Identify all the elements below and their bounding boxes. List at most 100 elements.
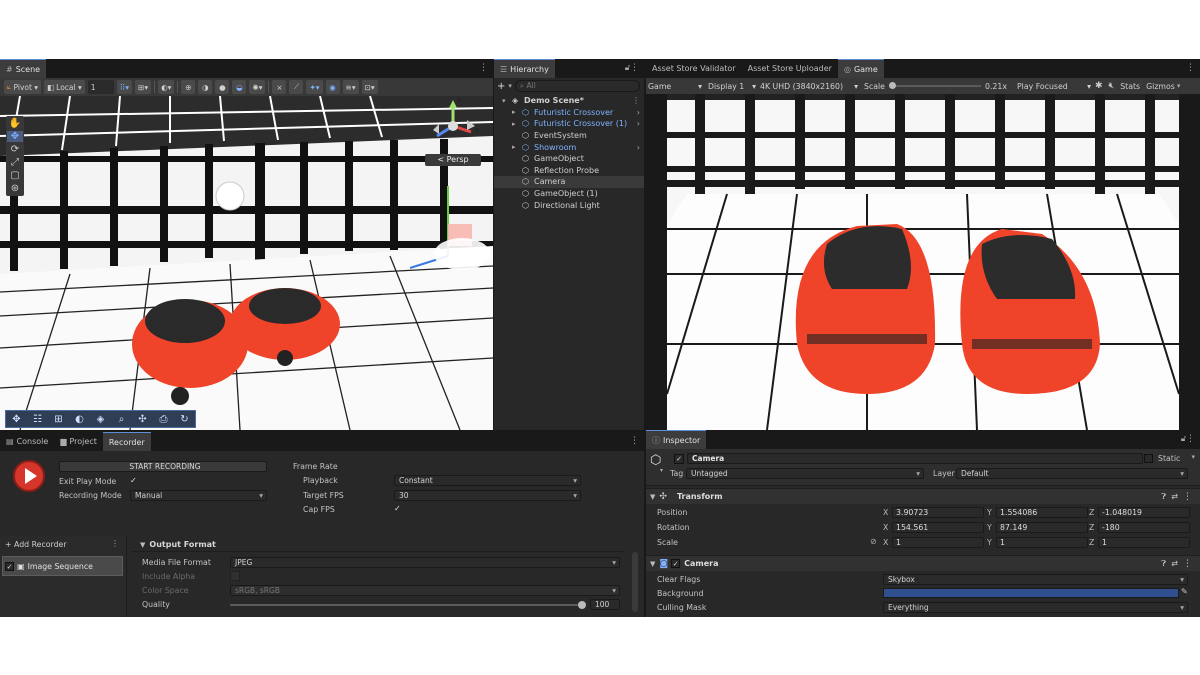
rotate-tool-icon[interactable]: ⟳ bbox=[11, 144, 19, 155]
gizmos-button[interactable]: Gizmos bbox=[1146, 82, 1175, 91]
chevron-down-icon[interactable]: ▾ bbox=[502, 97, 506, 105]
constrain-proportions-icon[interactable]: ⊘ bbox=[870, 537, 877, 546]
mute-audio-icon[interactable]: 🔇︎ bbox=[1109, 81, 1115, 91]
hierarchy-item[interactable]: ⬡ GameObject bbox=[494, 153, 644, 165]
local-dropdown[interactable]: ◧ Local ▾ bbox=[44, 80, 85, 94]
chevron-right-icon[interactable]: › bbox=[637, 108, 640, 117]
component-menu-icon[interactable]: ⋮ bbox=[1183, 559, 1192, 569]
recorder-enabled-checkbox[interactable]: ✓ bbox=[5, 561, 14, 571]
grid-snap-field[interactable]: 1 bbox=[87, 80, 114, 94]
rotation-y[interactable]: Y 87.149 bbox=[987, 522, 1088, 533]
overlay-move-icon[interactable]: ✥ bbox=[6, 414, 27, 425]
move-tool-icon[interactable]: ✥ bbox=[7, 131, 23, 142]
layers-icon[interactable]: ≋▾ bbox=[342, 80, 359, 94]
clear-flags-dropdown[interactable]: Skybox bbox=[883, 574, 1188, 585]
preset-icon[interactable]: ⇄ bbox=[1171, 492, 1178, 501]
quality-slider-handle[interactable] bbox=[578, 601, 586, 609]
quality-slider[interactable] bbox=[230, 600, 586, 610]
scene-viewport[interactable]: ✋ ✥ ⟳ ⤢ ▢ ⊛ y x < Persp ✥ ☷ ⊞ ◐ ◈ ⌕ ✣ ⎙ … bbox=[0, 96, 493, 430]
bug-icon[interactable]: ✱ bbox=[1095, 81, 1103, 91]
hierarchy-search-input[interactable]: ⌕ All bbox=[514, 80, 640, 92]
hierarchy-item[interactable]: ▸ ⬡ Showroom › bbox=[494, 141, 644, 153]
grid-icon[interactable]: ⊞▾ bbox=[135, 80, 152, 94]
grid-snap-icon[interactable]: ⠿▾ bbox=[116, 80, 133, 94]
game-mode-dropdown[interactable]: Game ▾ bbox=[648, 82, 704, 91]
recorder-list-menu-icon[interactable]: ⋮ bbox=[111, 539, 119, 548]
recorder-item-image-sequence[interactable]: ✓ ▣ Image Sequence bbox=[2, 556, 123, 576]
position-y[interactable]: Y 1.554086 bbox=[987, 507, 1088, 518]
start-recording-button[interactable]: START RECORDING bbox=[59, 461, 267, 472]
lit-icon[interactable]: ◒ bbox=[232, 80, 247, 94]
chevron-right-icon[interactable]: ▸ bbox=[512, 120, 516, 128]
scale-y[interactable]: Y1 bbox=[987, 537, 1088, 548]
target-fps-dropdown[interactable]: 30 bbox=[394, 490, 581, 501]
tab-hierarchy[interactable]: ☰ Hierarchy bbox=[494, 59, 555, 78]
overlay-orbit-icon[interactable]: ◐ bbox=[69, 414, 90, 425]
tab-inspector[interactable]: ⓘ Inspector bbox=[646, 430, 707, 449]
hand-tool-icon[interactable]: ✋ bbox=[9, 118, 21, 129]
visibility-icon[interactable]: ◉ bbox=[325, 80, 340, 94]
hierarchy-item[interactable]: ⬡ Directional Light bbox=[494, 199, 644, 211]
bottom-menu-icon[interactable]: ⋮ bbox=[630, 436, 639, 446]
background-color-field[interactable] bbox=[883, 588, 1179, 598]
tab-console[interactable]: ▤ Console bbox=[0, 432, 54, 451]
object-name-field[interactable]: Camera bbox=[687, 453, 1143, 464]
preset-icon[interactable]: ⇄ bbox=[1171, 559, 1178, 568]
pivot-dropdown[interactable]: ⟀ Pivot ▾ bbox=[4, 80, 42, 94]
component-menu-icon[interactable]: ⋮ bbox=[1183, 492, 1192, 502]
overlay-rotate-icon[interactable]: ↻ bbox=[174, 414, 195, 425]
transform-section-header[interactable]: ▼ ✣ Transform ❓︎ ⇄ ⋮ bbox=[646, 488, 1200, 504]
hierarchy-item[interactable]: ⬡ Camera bbox=[494, 176, 644, 188]
overlay-align-icon[interactable]: ☷ bbox=[27, 414, 48, 425]
debug-icon[interactable]: ✺▾ bbox=[249, 80, 266, 94]
scene-menu-icon[interactable]: ⋮ bbox=[479, 63, 488, 73]
audio-toggle-icon[interactable]: ⟋ bbox=[289, 80, 304, 94]
output-format-header[interactable]: ▼ Output Format bbox=[132, 538, 624, 552]
overlay-camera-icon[interactable]: ⎙ bbox=[153, 414, 174, 425]
tab-project[interactable]: ▆ Project bbox=[54, 432, 103, 451]
playback-dropdown[interactable]: Constant bbox=[394, 475, 581, 486]
wireframe-icon[interactable]: ⊕ bbox=[181, 80, 196, 94]
rotation-z[interactable]: Z -180 bbox=[1089, 522, 1190, 533]
game-viewport[interactable] bbox=[667, 94, 1179, 430]
fx-icon[interactable]: ✦▾ bbox=[306, 80, 323, 94]
lighting-toggle-icon[interactable]: ⨯ bbox=[272, 80, 287, 94]
chevron-down-icon[interactable]: ▾ bbox=[508, 82, 512, 90]
tab-scene[interactable]: # Scene bbox=[0, 59, 47, 78]
gizmos-icon[interactable]: ⊡▾ bbox=[361, 80, 378, 94]
scale-z[interactable]: Z1 bbox=[1089, 537, 1190, 548]
chevron-down-icon[interactable]: ▾ bbox=[1191, 453, 1195, 461]
add-icon[interactable]: + bbox=[497, 81, 505, 92]
overlay-pan-icon[interactable]: ✣ bbox=[132, 414, 153, 425]
tag-dropdown[interactable]: Untagged bbox=[686, 468, 924, 479]
camera-section-header[interactable]: ▼ ◙ ✓ Camera ❓︎ ⇄ ⋮ bbox=[646, 555, 1200, 571]
culling-mask-dropdown[interactable]: Everything bbox=[883, 602, 1188, 613]
transform-tool-icon[interactable]: ⊛ bbox=[11, 183, 19, 194]
display-dropdown[interactable]: Display 1 ▾ bbox=[708, 82, 758, 91]
shaded-wire-icon[interactable]: ◑ bbox=[198, 80, 213, 94]
hierarchy-item[interactable]: ⬡ Reflection Probe bbox=[494, 165, 644, 177]
tab-asset-store-uploader[interactable]: Asset Store Uploader bbox=[742, 59, 838, 78]
scale-tool-icon[interactable]: ⤢ bbox=[11, 157, 19, 168]
tab-asset-store-validator[interactable]: Asset Store Validator bbox=[646, 59, 742, 78]
static-checkbox[interactable] bbox=[1144, 454, 1153, 463]
hierarchy-item[interactable]: ⬡ EventSystem bbox=[494, 130, 644, 142]
scale-x[interactable]: X1 bbox=[883, 537, 984, 548]
chevron-right-icon[interactable]: ▸ bbox=[512, 143, 516, 151]
media-file-format-dropdown[interactable]: JPEG bbox=[230, 557, 620, 568]
hierarchy-menu-icon[interactable]: ⋮ bbox=[630, 63, 639, 73]
chevron-right-icon[interactable]: › bbox=[637, 143, 640, 152]
chevron-right-icon[interactable]: › bbox=[637, 119, 640, 128]
output-scrollbar[interactable] bbox=[632, 552, 638, 612]
tab-game[interactable]: ◎ Game bbox=[837, 59, 884, 78]
overlay-snap-icon[interactable]: ◈ bbox=[90, 414, 111, 425]
shaded-icon[interactable]: ● bbox=[215, 80, 230, 94]
orientation-gizmo[interactable]: y x < Persp bbox=[419, 96, 487, 166]
play-mode-dropdown[interactable]: Play Focused ▾ bbox=[1017, 82, 1093, 91]
help-icon[interactable]: ❓︎ bbox=[1161, 559, 1166, 569]
position-z[interactable]: Z -1.048019 bbox=[1089, 507, 1190, 518]
cap-fps-checkbox[interactable]: ✓ bbox=[394, 504, 404, 514]
hierarchy-item[interactable]: ⬡ GameObject (1) bbox=[494, 188, 644, 200]
recording-mode-dropdown[interactable]: Manual bbox=[130, 490, 267, 501]
eyedropper-icon[interactable]: ✎ bbox=[1181, 587, 1188, 596]
